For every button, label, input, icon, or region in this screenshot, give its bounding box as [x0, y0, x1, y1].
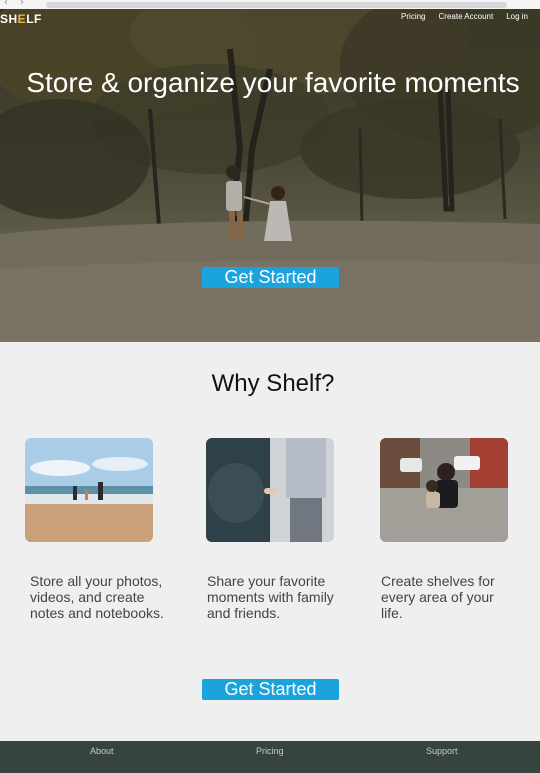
browser-toolbar: ‹ › [0, 0, 540, 9]
mother-child-street-image [380, 438, 508, 542]
nav-create-account-link[interactable]: Create Account [439, 12, 494, 21]
top-navigation: Pricing Create Account Log in [401, 12, 528, 21]
chevron-right-icon[interactable]: › [20, 0, 24, 9]
feature-text-share: Share your favorite moments with family … [207, 573, 334, 621]
feature-text-store: Store all your photos, videos, and creat… [30, 573, 164, 621]
footer-pricing-link[interactable]: Pricing [256, 746, 284, 756]
footer: About Pricing Support [0, 741, 540, 773]
footer-support-link[interactable]: Support [426, 746, 458, 756]
nav-pricing-link[interactable]: Pricing [401, 12, 425, 21]
feature-text-shelves: Create shelves for every area of your li… [381, 573, 495, 621]
get-started-button-bottom[interactable]: Get Started [202, 679, 339, 700]
expecting-couple-image [206, 438, 334, 542]
why-shelf-heading: Why Shelf? [211, 370, 335, 397]
beach-family-image [25, 438, 153, 542]
horizontal-scrollbar[interactable] [46, 2, 507, 8]
footer-about-link[interactable]: About [90, 746, 114, 756]
hero-overlay [0, 9, 540, 342]
shelf-logo[interactable]: SHELF [0, 12, 42, 26]
hero-title: Store & organize your favorite moments [26, 67, 520, 98]
nav-login-link[interactable]: Log in [506, 12, 528, 21]
chevron-left-icon[interactable]: ‹ [4, 0, 8, 9]
hero-section: SHELF Pricing Create Account Log in Stor… [0, 9, 540, 342]
get-started-button-hero[interactable]: Get Started [202, 267, 339, 288]
